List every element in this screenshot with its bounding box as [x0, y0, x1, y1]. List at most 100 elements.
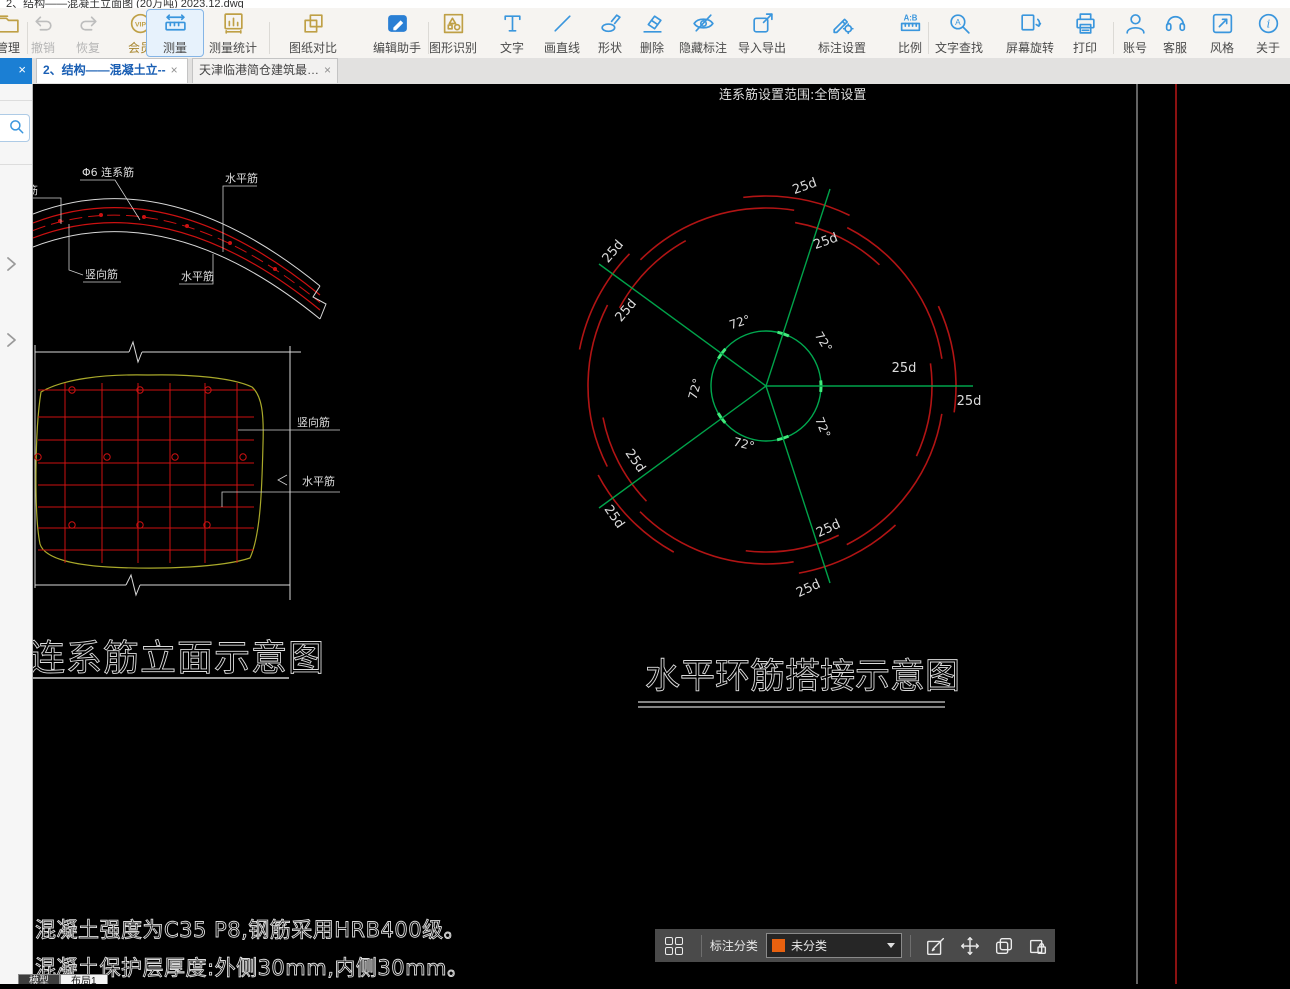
- lap-length-labels: 25d 25d 25d 25d 25d 25d 25d 25d 25d 25d: [600, 175, 982, 600]
- chevron-down-icon: [887, 943, 895, 948]
- elevation-title: 连系筋立面示意图: [33, 638, 325, 679]
- spokes: [599, 189, 973, 583]
- horizontal-bar-label: 水平筋: [225, 171, 258, 185]
- lap-splice-title: 水平环筋搭接示意图: [645, 657, 960, 697]
- svg-text:25d: 25d: [791, 175, 819, 198]
- panel-tab-active[interactable]: ×: [0, 58, 32, 84]
- sheet-tab-model[interactable]: 模型: [18, 974, 60, 984]
- text-icon: [500, 11, 525, 36]
- mesh-lines: [38, 383, 254, 563]
- sidebar: [0, 84, 33, 984]
- account-icon: [1123, 11, 1148, 36]
- copy-annotation-button[interactable]: [993, 935, 1015, 957]
- window-titlebar: 2、结构——混凝土立面图 (20万吨) 2023.12.dwg: [0, 0, 1290, 8]
- grid-diagram: 竖向筋 水平筋: [35, 342, 340, 600]
- svg-text:25d: 25d: [622, 447, 649, 476]
- ruler-icon: [163, 11, 188, 36]
- svg-text:72°: 72°: [727, 312, 752, 332]
- toolbar-divider: [428, 22, 429, 54]
- lap-splice-diagram: 25d 25d 25d 25d 25d 25d 25d 25d 25d 25d …: [576, 175, 981, 600]
- toolbar-print[interactable]: 打印: [1057, 10, 1113, 56]
- measure-stats-icon: [221, 11, 246, 36]
- toolbar-measure[interactable]: 测量: [146, 9, 204, 57]
- sidebar-divider: [0, 100, 32, 101]
- break-mark: [278, 475, 287, 485]
- toolbar-shape-recognition[interactable]: 图形识别: [425, 10, 481, 56]
- tab-label: 天津临港简仓建筑最…: [199, 63, 319, 77]
- toolbar-drawing-compare[interactable]: 图纸对比: [285, 10, 341, 56]
- toolbar-screen-rotate[interactable]: 屏幕旋转: [1002, 10, 1058, 56]
- chevron-right-icon[interactable]: [4, 331, 18, 349]
- toolbar-annotation-settings[interactable]: 标注设置: [814, 10, 870, 56]
- svg-text:A:B: A:B: [903, 13, 917, 22]
- category-dropdown[interactable]: 未分类: [766, 933, 902, 958]
- copy-icon: [993, 935, 1015, 957]
- paste-annotation-button[interactable]: [1027, 935, 1049, 957]
- toolbar-divider: [1113, 22, 1114, 54]
- screen-rotate-icon: [1018, 11, 1043, 36]
- toolbar-measure-stats[interactable]: 测量统计: [205, 10, 261, 56]
- svg-text:72°: 72°: [812, 329, 835, 354]
- eye-slash-icon: [691, 11, 716, 36]
- svg-text:72°: 72°: [686, 377, 705, 401]
- toolbar-text-search[interactable]: A 文字查找: [931, 10, 987, 56]
- style-icon: [1210, 11, 1235, 36]
- chevron-right-icon[interactable]: [4, 255, 18, 273]
- horizontal-bar-label: 水平筋: [302, 474, 335, 488]
- svg-text:72°: 72°: [732, 435, 756, 454]
- headset-icon: [1163, 11, 1188, 36]
- toolbar-edit-assistant[interactable]: 编辑助手: [369, 10, 425, 56]
- tab-tianjin-silo[interactable]: 天津临港简仓建筑最… ×: [192, 58, 338, 83]
- svg-text:25d: 25d: [794, 577, 823, 601]
- move-icon: [959, 935, 981, 957]
- vertical-bar-label: 竖向筋: [85, 267, 118, 281]
- clipped-bar-label: 筋: [33, 183, 38, 197]
- scale-icon: A:B: [898, 11, 923, 36]
- category-value: 未分类: [791, 937, 887, 954]
- toolbar-hide-annotations[interactable]: 隐藏标注: [675, 10, 731, 56]
- svg-text:VIP: VIP: [135, 21, 146, 28]
- toolbar-divider: [27, 22, 28, 54]
- toolbar-scale[interactable]: A:B 比例: [882, 10, 938, 56]
- tab-close-icon[interactable]: ×: [171, 63, 178, 77]
- svg-text:A: A: [955, 17, 961, 27]
- shapes-icon: [598, 11, 623, 36]
- toolbar-divider: [701, 935, 702, 957]
- svg-text:i: i: [1266, 17, 1270, 31]
- toolbar-delete[interactable]: 删除: [624, 10, 680, 56]
- search-input[interactable]: [0, 114, 30, 142]
- redo-icon: [76, 11, 101, 36]
- edit-assistant-icon: [385, 11, 410, 36]
- tab-label: 2、结构——混凝土立--: [43, 63, 166, 77]
- sheet-tabs: 模型 布局1: [18, 974, 108, 984]
- svg-text:25d: 25d: [814, 517, 843, 541]
- edit-annotation-button[interactable]: [925, 935, 947, 957]
- tab-structure-concrete[interactable]: 2、结构——混凝土立-- ×: [36, 58, 188, 83]
- compare-icon: [301, 11, 326, 36]
- import-export-icon: [750, 11, 775, 36]
- main-toolbar: 管理 撤销 恢复 VIP 会员 测量 测量统计 图纸对比 编辑助手 图形识别 文…: [0, 8, 1290, 58]
- toolbar-text[interactable]: 文字: [484, 10, 540, 56]
- text-search-icon: A: [947, 11, 972, 36]
- vertical-bar-label: 竖向筋: [297, 415, 330, 429]
- drawing-canvas[interactable]: 连系筋设置范围:全筒设置 Φ6 连系筋 水平筋 筋 竖向筋 水平筋: [33, 84, 1290, 984]
- sheet-tab-layout[interactable]: 布局1: [60, 974, 108, 984]
- paste-icon: [1027, 935, 1049, 957]
- category-grid-icon[interactable]: [665, 937, 683, 955]
- toolbar-import-export[interactable]: 导入导出: [734, 10, 790, 56]
- elevation-diagram: Φ6 连系筋 水平筋 筋 竖向筋 水平筋: [33, 165, 326, 319]
- svg-text:25d: 25d: [957, 394, 982, 409]
- panel-tab-close-icon[interactable]: ×: [18, 62, 26, 77]
- line-icon: [550, 11, 575, 36]
- window-title: 2、结构——混凝土立面图 (20万吨) 2023.12.dwg: [6, 0, 1290, 8]
- toolbar-about[interactable]: i 关于: [1240, 10, 1290, 56]
- sidebar-divider: [0, 164, 32, 165]
- tab-close-icon[interactable]: ×: [324, 63, 331, 77]
- toolbar-redo[interactable]: 恢复: [60, 10, 116, 56]
- edit-icon: [925, 935, 947, 957]
- angle-labels: 72° 72° 72° 72° 72°: [686, 312, 835, 453]
- document-tabbar: × 2、结构——混凝土立-- × 天津临港简仓建筑最… ×: [0, 58, 1290, 84]
- move-annotation-button[interactable]: [959, 935, 981, 957]
- annotation-toolbar: 标注分类 未分类: [655, 929, 1055, 962]
- svg-text:25d: 25d: [892, 361, 917, 376]
